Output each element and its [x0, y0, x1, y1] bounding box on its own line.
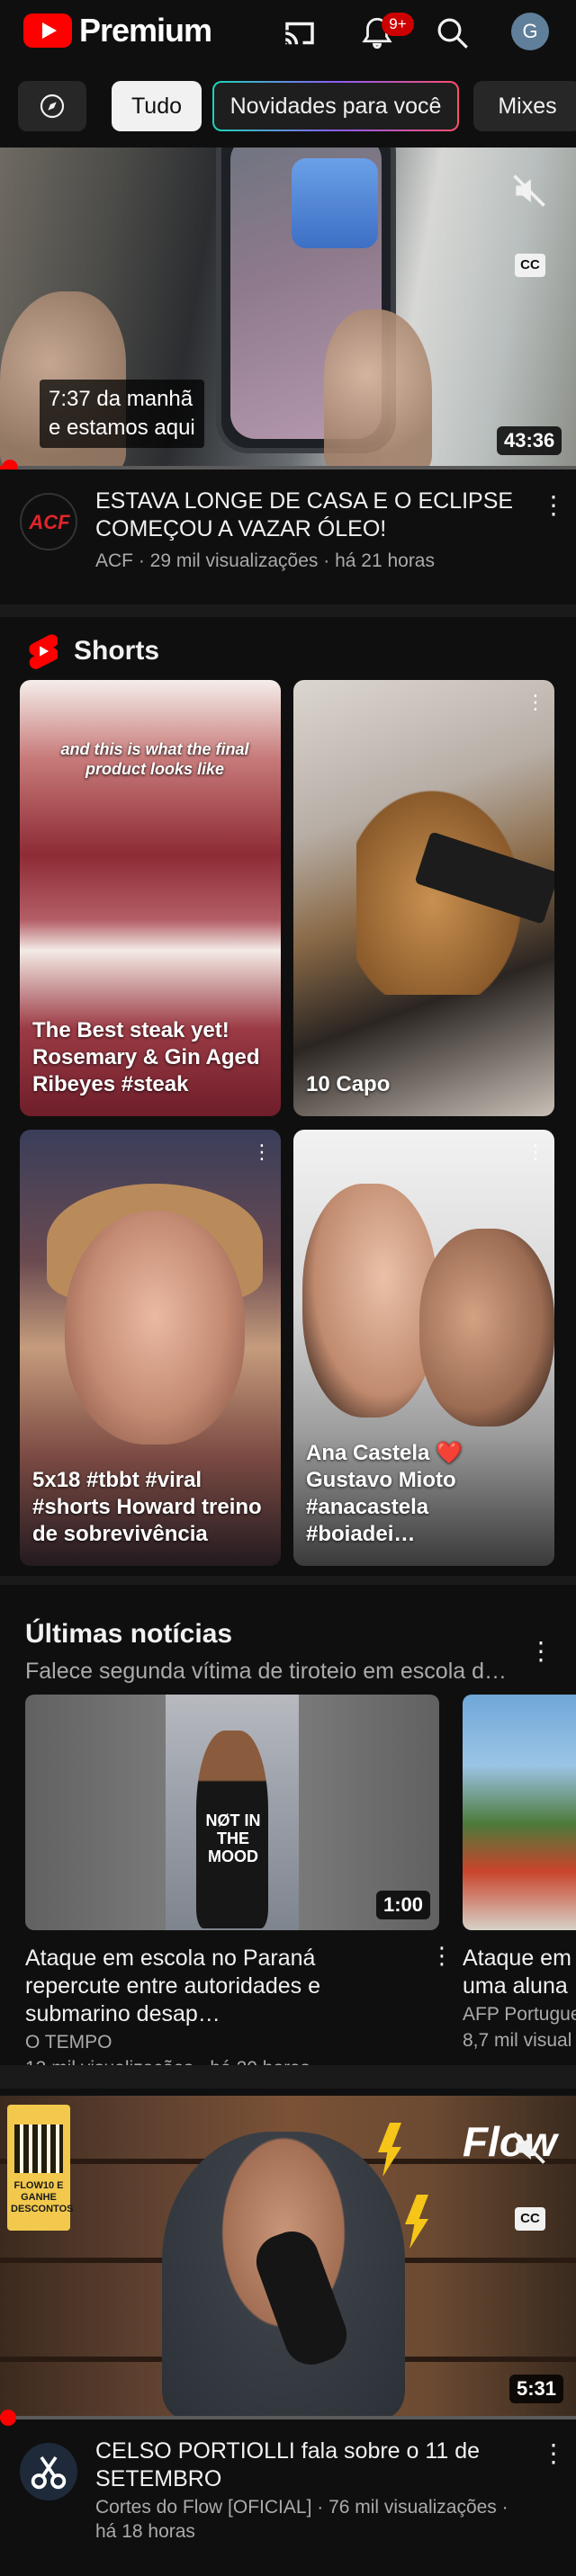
section-divider — [0, 2065, 576, 2089]
short-title: 10 Capo — [306, 1072, 391, 1096]
channel-avatar[interactable] — [20, 2443, 77, 2500]
video-duration: 5:31 — [509, 2375, 564, 2403]
scissors-icon — [31, 2455, 67, 2490]
news-source: O TEMPO — [25, 2032, 112, 2053]
more-vert-icon[interactable]: ⋮ — [527, 1633, 554, 1669]
compass-icon — [40, 94, 65, 119]
lightning-bolt-icon — [378, 2123, 401, 2177]
section-divider — [0, 604, 576, 617]
logo-text: Premium — [79, 12, 212, 49]
short-card[interactable]: and this is what the final product looks… — [20, 680, 281, 1116]
video-subtitle: ACF · 29 mil visualizações · há 21 horas — [95, 550, 435, 571]
account-avatar[interactable]: G — [511, 13, 549, 50]
video-duration: 1:00 — [375, 1891, 430, 1919]
news-views: 8,7 mil visual — [463, 2030, 572, 2051]
youtube-premium-logo[interactable]: Premium — [23, 12, 212, 49]
qr-label: FLOW10 E GANHE DESCONTOS — [11, 2180, 74, 2214]
more-vert-icon[interactable]: ⋮ — [526, 689, 545, 716]
cc-icon[interactable]: CC — [515, 254, 545, 277]
more-vert-icon[interactable]: ⋮ — [540, 2436, 567, 2472]
more-vert-icon[interactable]: ⋮ — [252, 1139, 272, 1166]
news-title: Ataque em escola no Paraná repercute ent… — [25, 1945, 320, 2026]
short-title: Ana Castela ❤️ Gustavo Mioto 󠁧 #anacaste… — [306, 1441, 463, 1546]
short-title: 5x18 #tbbt #viral #shorts Howard treino … — [32, 1468, 262, 1546]
youtube-play-icon — [23, 13, 72, 48]
notification-badge: 9+ — [382, 13, 414, 36]
video-thumbnail[interactable]: CC 7:37 da manhã e estamos aqui — [0, 148, 576, 468]
video-thumbnail[interactable]: FLOW10 E GANHE DESCONTOS Flow CC — [0, 2096, 576, 2416]
news-card[interactable]: Ataque em uma aluna AFP Portugue 8,7 mil… — [463, 1695, 576, 2053]
shorts-header: Shorts — [27, 630, 159, 673]
filter-chips-bar: Tudo Novidades para você Mixes — [0, 77, 576, 135]
short-card[interactable]: ⋮ 5x18 #tbbt #viral #shorts Howard trein… — [20, 1130, 281, 1566]
video-caption: 7:37 da manhã e estamos aqui — [40, 380, 204, 448]
explore-chip[interactable] — [18, 81, 86, 131]
chip-new-for-you[interactable]: Novidades para você — [212, 81, 459, 131]
short-title: The Best steak yet! Rosemary & Gin Aged … — [32, 1018, 260, 1096]
more-vert-icon[interactable]: ⋮ — [540, 487, 567, 523]
shirt-text: NØT IN THE MOOD — [205, 1811, 261, 1865]
top-app-bar: Premium 9+ G — [0, 0, 576, 65]
news-source: AFP Portugue — [463, 2004, 576, 2025]
news-title: Ataque em — [463, 1945, 572, 1971]
lightning-bolt-icon — [405, 2195, 428, 2249]
video-metadata[interactable]: CELSO PORTIOLLI fala sobre o 11 de SETEM… — [0, 2419, 576, 2576]
video-title[interactable]: ESTAVA LONGE DE CASA E O ECLIPSE COMEÇOU… — [95, 487, 518, 543]
video-subtitle: Cortes do Flow [OFICIAL] · 76 mil visual… — [95, 2497, 508, 2542]
short-card[interactable]: ⋮ 10 Capo — [293, 680, 554, 1116]
more-vert-icon[interactable]: ⋮ — [526, 1139, 545, 1166]
short-card[interactable]: ⋮ Ana Castela ❤️ Gustavo Mioto 󠁧 #anacas… — [293, 1130, 554, 1566]
search-icon[interactable] — [434, 14, 472, 52]
chip-all[interactable]: Tudo — [112, 81, 202, 131]
more-vert-icon[interactable]: ⋮ — [430, 1939, 454, 1972]
news-title: uma aluna — [463, 1973, 568, 1999]
thumbnail-hand — [324, 309, 432, 468]
shorts-section-title: Shorts — [74, 636, 160, 666]
video-title[interactable]: CELSO PORTIOLLI fala sobre o 11 de SETEM… — [95, 2437, 518, 2493]
news-thumbnail[interactable]: NØT IN THE MOOD 1:00 — [25, 1695, 439, 1930]
news-thumbnail[interactable] — [463, 1695, 576, 1930]
channel-avatar[interactable]: ACF — [20, 493, 77, 550]
news-section-title: Últimas notícias — [25, 1619, 233, 1649]
news-section-subtitle[interactable]: Falece segunda vítima de tiroteio em esc… — [25, 1659, 511, 1685]
news-card[interactable]: NØT IN THE MOOD 1:00 Ataque em escola no… — [25, 1695, 454, 2080]
chip-mixes[interactable]: Mixes — [473, 81, 576, 131]
section-divider — [0, 1576, 576, 1585]
cast-icon[interactable] — [281, 14, 319, 52]
thumbnail-face — [65, 1211, 245, 1445]
mute-icon[interactable] — [509, 171, 549, 210]
cc-icon[interactable]: CC — [515, 2207, 545, 2231]
mute-icon[interactable] — [509, 2128, 549, 2168]
video-metadata[interactable]: ACF ESTAVA LONGE DE CASA E O ECLIPSE COM… — [0, 470, 576, 604]
shorts-icon — [29, 634, 58, 669]
video-duration: 43:36 — [497, 426, 562, 455]
qr-code: FLOW10 E GANHE DESCONTOS — [7, 2105, 74, 2231]
channel-logo: ACF — [29, 511, 70, 533]
short-overlay-text: and this is what the final product looks… — [60, 740, 249, 778]
